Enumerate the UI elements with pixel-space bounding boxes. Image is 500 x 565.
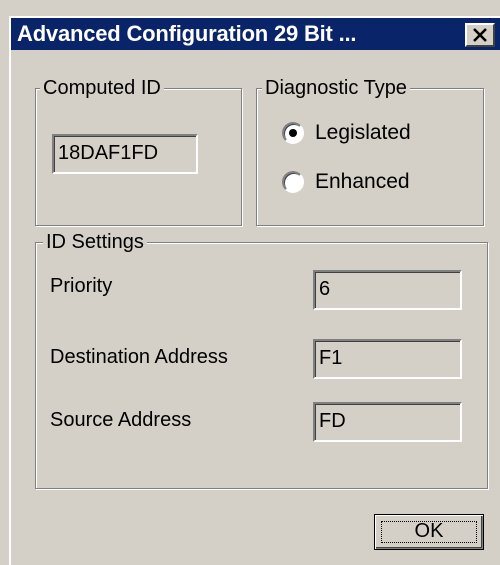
close-icon (473, 28, 487, 42)
source-address-field: FD (313, 402, 462, 442)
close-button[interactable] (465, 23, 495, 47)
radio-legislated-label: Legislated (315, 121, 411, 144)
ok-button-label: OK (414, 520, 444, 542)
radio-enhanced[interactable]: Enhanced (282, 168, 462, 196)
radio-enhanced-button[interactable] (282, 171, 304, 193)
diagnostic-type-legend: Diagnostic Type (262, 75, 410, 101)
id-settings-group: ID Settings Priority 6 Destination Addre… (35, 229, 488, 489)
id-settings-legend: ID Settings (43, 229, 147, 255)
radio-enhanced-label: Enhanced (315, 170, 410, 193)
destination-address-label: Destination Address (50, 346, 228, 368)
source-address-label: Source Address (50, 409, 192, 431)
radio-legislated-button[interactable] (282, 122, 304, 144)
destination-address-field: F1 (313, 339, 462, 379)
dialog-window: Advanced Configuration 29 Bit ... Comput… (9, 16, 500, 565)
radio-legislated[interactable]: Legislated (282, 119, 462, 147)
computed-id-field: 18DAF1FD (52, 134, 198, 174)
priority-label: Priority (50, 275, 113, 297)
diagnostic-type-group: Diagnostic Type Legislated Enhanced (256, 75, 484, 226)
computed-id-legend: Computed ID (40, 75, 164, 101)
priority-field: 6 (313, 270, 462, 310)
ok-button[interactable]: OK (374, 514, 484, 550)
title-bar[interactable]: Advanced Configuration 29 Bit ... (11, 18, 500, 50)
radio-selected-dot (289, 129, 297, 137)
computed-id-group: Computed ID 18DAF1FD (35, 75, 242, 226)
window-title: Advanced Configuration 29 Bit ... (17, 21, 357, 46)
